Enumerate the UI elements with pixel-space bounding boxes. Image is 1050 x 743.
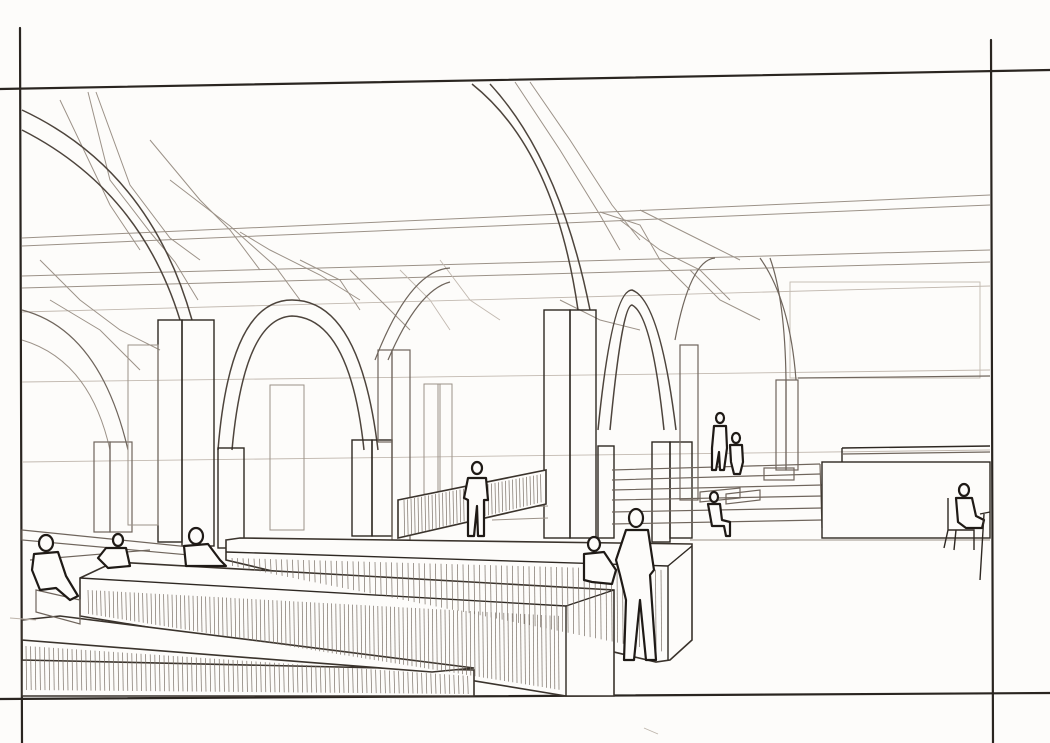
person-sitting-steps bbox=[706, 490, 732, 538]
person-on-stairs bbox=[710, 411, 745, 476]
person-standing-back bbox=[462, 460, 490, 538]
ceiling-truss bbox=[21, 81, 991, 463]
library-interior-sketch bbox=[0, 26, 1050, 743]
person-at-right-table bbox=[943, 482, 991, 581]
